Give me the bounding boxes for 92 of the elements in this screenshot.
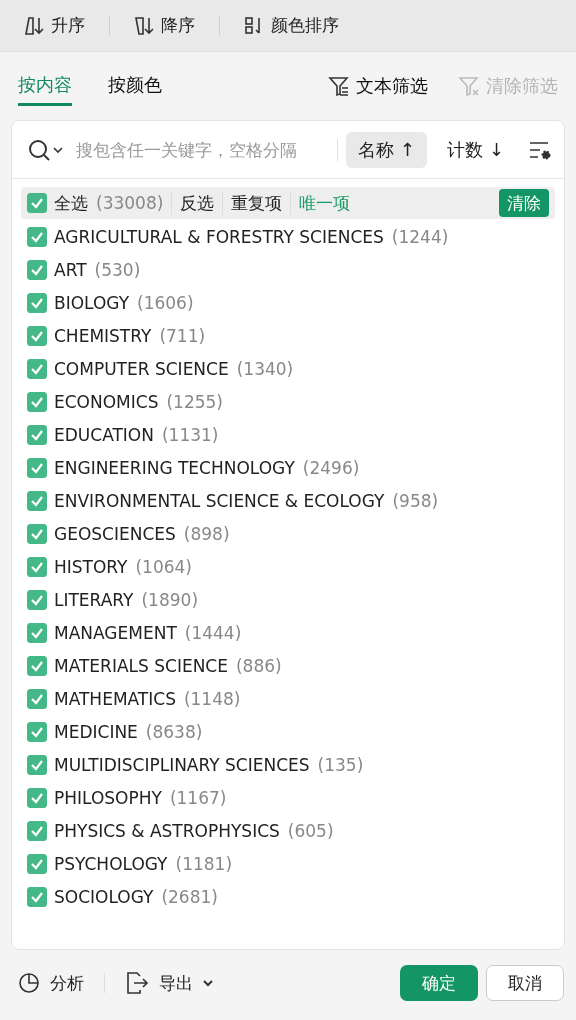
item-label[interactable]: MATHEMATICS	[54, 688, 176, 709]
clear-button[interactable]: 清除	[499, 189, 549, 217]
checkbox[interactable]	[27, 457, 47, 478]
sort-descending-icon	[134, 15, 155, 36]
checkbox[interactable]	[27, 523, 47, 544]
checkbox[interactable]	[27, 754, 47, 775]
item-count: (605)	[287, 820, 334, 841]
item-label[interactable]: MATERIALS SCIENCE	[54, 655, 228, 676]
checkbox[interactable]	[27, 721, 47, 742]
checkbox[interactable]	[27, 259, 47, 280]
item-label[interactable]: BIOLOGY	[54, 292, 129, 313]
filter-link[interactable]: 反选	[171, 191, 223, 215]
item-label[interactable]: GEOSCIENCES	[54, 523, 176, 544]
checkbox[interactable]	[27, 193, 47, 213]
item-label[interactable]: SOCIOLOGY	[54, 886, 154, 907]
checkbox[interactable]	[27, 622, 47, 643]
toolbar-button[interactable]: 升序	[20, 14, 89, 37]
cancel-button[interactable]: 取消	[486, 965, 564, 1001]
sort-button[interactable]: 名称 ↑	[346, 131, 428, 168]
checkbox[interactable]	[27, 688, 47, 709]
item-label[interactable]: AGRICULTURAL & FORESTRY SCIENCES	[54, 226, 384, 247]
item-label[interactable]: 全选	[54, 191, 88, 215]
item-count: (530)	[94, 259, 141, 280]
checkbox[interactable]	[27, 424, 47, 445]
toolbar-button[interactable]: 降序	[130, 14, 199, 37]
item-count: (898)	[183, 523, 230, 544]
chevron-down-icon	[203, 979, 213, 987]
checkbox[interactable]	[27, 490, 47, 511]
checkbox[interactable]	[27, 853, 47, 874]
item-label[interactable]: CHEMISTRY	[54, 325, 152, 346]
checkbox[interactable]	[27, 787, 47, 808]
export-button[interactable]: 导出	[125, 971, 213, 995]
item-label[interactable]: ECONOMICS	[54, 391, 159, 412]
search-field[interactable]: 搜包含任一关键字，空格分隔	[74, 138, 339, 161]
tab[interactable]: 按内容	[18, 66, 72, 106]
item-label[interactable]: EDUCATION	[54, 424, 154, 445]
confirm-button[interactable]: 确定	[400, 965, 478, 1001]
check-icon	[30, 196, 44, 210]
item-label[interactable]: ART	[54, 259, 87, 280]
item-label[interactable]: MEDICINE	[54, 721, 138, 742]
item-count: (1244)	[391, 226, 449, 247]
item-count: (8638)	[145, 721, 203, 742]
item-label[interactable]: ENGINEERING TECHNOLOGY	[54, 457, 295, 478]
chevron-down-icon	[52, 144, 64, 155]
checkbox[interactable]	[27, 589, 47, 610]
sort-button[interactable]: 计数 ↓	[435, 131, 516, 168]
analyze-button[interactable]: 分析	[18, 971, 84, 995]
item-count: (1167)	[169, 787, 227, 808]
checkbox[interactable]	[27, 226, 47, 247]
checkbox[interactable]	[27, 325, 47, 346]
item-label[interactable]: MULTIDISCIPLINARY SCIENCES	[54, 754, 310, 775]
item-count: (711)	[159, 325, 206, 346]
item-count: (1181)	[175, 853, 233, 874]
item-label[interactable]: COMPUTER SCIENCE	[54, 358, 229, 379]
item-label[interactable]: LITERARY	[54, 589, 134, 610]
item-label[interactable]: PHILOSOPHY	[54, 787, 162, 808]
filter-icon	[328, 75, 350, 97]
sort-ascending-icon	[24, 15, 45, 36]
filter-link[interactable]: 重复项	[222, 191, 291, 215]
item-count: (1444)	[184, 622, 242, 643]
checkbox[interactable]	[27, 358, 47, 379]
checkbox[interactable]	[27, 655, 47, 676]
item-label[interactable]: PSYCHOLOGY	[54, 853, 168, 874]
item-count: (1131)	[161, 424, 219, 445]
item-label[interactable]: PHYSICS & ASTROPHYSICS	[54, 820, 280, 841]
checkbox[interactable]	[27, 391, 47, 412]
item-label[interactable]: ENVIRONMENTAL SCIENCE & ECOLOGY	[54, 490, 385, 511]
checkbox[interactable]	[27, 886, 47, 907]
item-count: (2496)	[302, 457, 360, 478]
item-count: (135)	[317, 754, 364, 775]
filter-button[interactable]: 文本筛选	[328, 74, 428, 98]
item-count: (1890)	[141, 589, 198, 610]
item-count: (1064)	[135, 556, 192, 577]
checkbox[interactable]	[27, 820, 47, 841]
item-count: (33008)	[96, 193, 164, 213]
tab[interactable]: 按颜色	[108, 66, 162, 106]
item-count: (958)	[392, 490, 439, 511]
item-count: (1148)	[183, 688, 241, 709]
toolbar-button[interactable]: 颜色排序	[240, 14, 343, 37]
checkbox[interactable]	[27, 292, 47, 313]
item-count: (2681)	[161, 886, 218, 907]
pie-chart-icon	[18, 972, 40, 994]
checkbox[interactable]	[27, 556, 47, 577]
item-count: (1340)	[236, 358, 294, 379]
item-count: (1606)	[137, 292, 194, 313]
filter-clear-icon	[458, 75, 480, 97]
search-icon	[28, 138, 52, 161]
export-icon	[125, 971, 149, 995]
item-count: (886)	[235, 655, 282, 676]
item-label[interactable]: MANAGEMENT	[54, 622, 177, 643]
item-label[interactable]: HISTORY	[54, 556, 128, 577]
item-count: (1255)	[166, 391, 223, 412]
